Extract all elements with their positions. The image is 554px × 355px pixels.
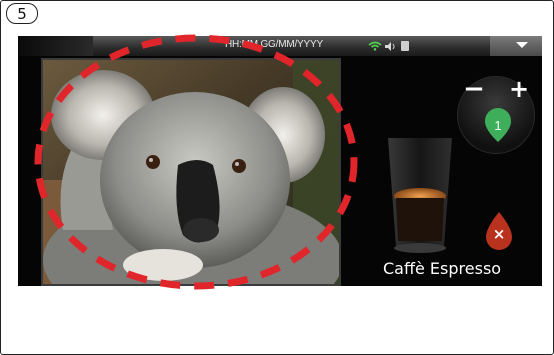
- step-badge: 5: [6, 3, 38, 24]
- speaker-icon: [385, 42, 395, 51]
- wifi-icon: [368, 41, 382, 51]
- datetime-label: HH:MM GG/MM/YYYY: [225, 39, 323, 50]
- quantity-value: 1: [494, 118, 502, 133]
- machine-screen: HH:MM GG/MM/YYYY − + 1 × Caffè Espresso: [18, 36, 542, 286]
- status-bar: HH:MM GG/MM/YYYY: [18, 36, 542, 56]
- chevron-down-icon[interactable]: [515, 40, 529, 50]
- koala-photo: [43, 60, 339, 284]
- product-name: Caffè Espresso: [383, 259, 502, 278]
- espresso-glass-icon: [388, 138, 452, 253]
- photo-panel[interactable]: [41, 58, 341, 286]
- decrease-button[interactable]: −: [461, 76, 487, 102]
- lock-icon: [401, 41, 409, 51]
- increase-button[interactable]: +: [506, 76, 532, 102]
- cancel-button[interactable]: ×: [484, 225, 514, 243]
